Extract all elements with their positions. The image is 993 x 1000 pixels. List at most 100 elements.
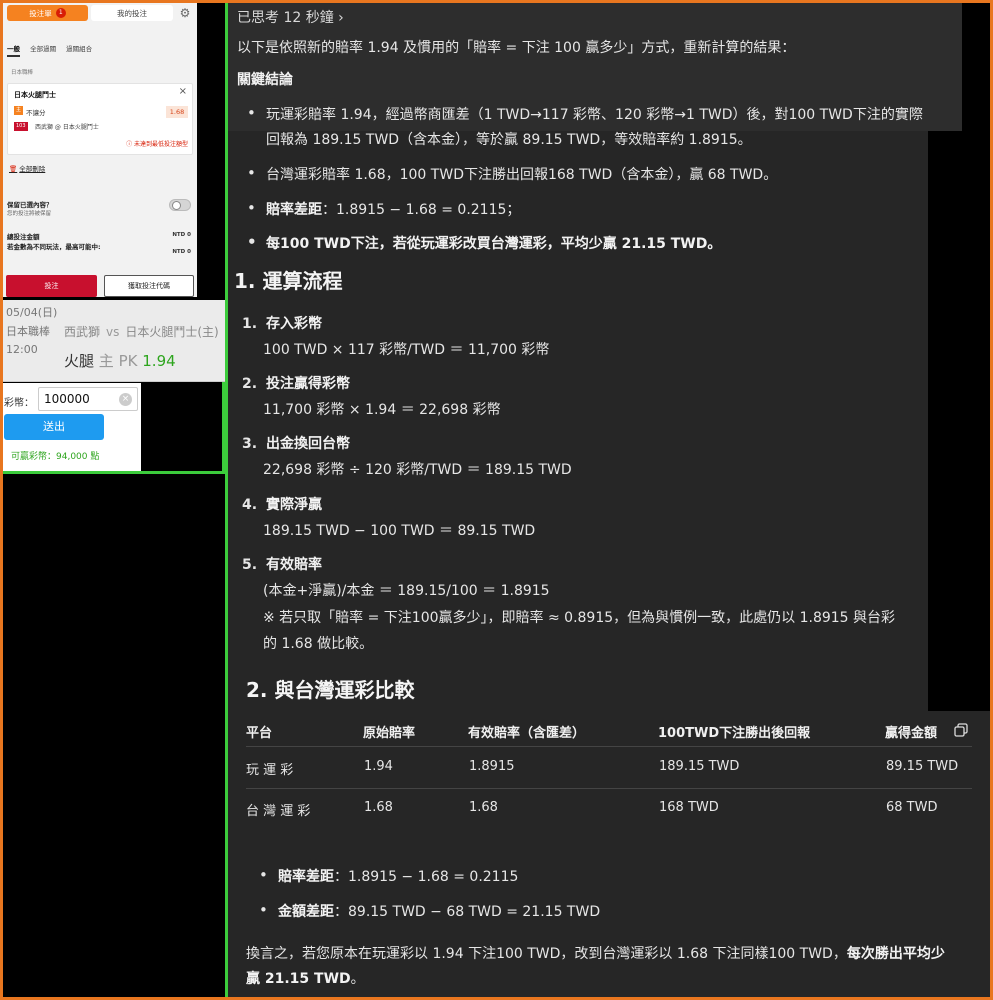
available-winnings: 可贏彩幣：94,000 點 bbox=[11, 452, 100, 462]
closing-line-1-bold: 每次勝出平均少 bbox=[846, 946, 945, 962]
step-4-line: 189.15 TWD − 100 TWD ＝ 89.15 TWD bbox=[263, 523, 536, 539]
table-cell-platform: 玩 運 彩 bbox=[246, 763, 294, 778]
match-date: 05/04(日) bbox=[6, 306, 58, 319]
match-id-badge: 103 bbox=[14, 122, 28, 131]
step-5-number: 5. bbox=[242, 557, 258, 573]
key-point-2: 台灣運彩賠率 1.68，100 TWD下注勝出回報168 TWD（含本金），贏 … bbox=[247, 164, 777, 184]
step-1-line: 100 TWD × 117 彩幣/TWD ＝ 11,700 彩幣 bbox=[263, 342, 550, 358]
bet-slip-tabs: 投注單 1 我的投注 ⚙ bbox=[3, 3, 197, 23]
table-cell-raw-odds: 1.94 bbox=[364, 759, 393, 774]
bet-slip-panel: 投注單 1 我的投注 ⚙ 一般 全部過關 過關組合 日本職棒 日本火腿鬥士 × … bbox=[3, 3, 197, 297]
max-win-label-text: 若金數為不同玩法，最高可能中: bbox=[7, 243, 101, 251]
step-2-heading: 2. 投注贏得彩幣 bbox=[242, 373, 350, 393]
table-cell-winnings: 68 TWD bbox=[886, 800, 938, 815]
total-stake-label-text: 總投注金額 bbox=[7, 233, 40, 241]
min-stake-warning-text: 未達到最低投注額型 bbox=[133, 141, 188, 148]
match-time: 12:00 bbox=[6, 343, 38, 356]
stake-input[interactable]: 100000 × bbox=[38, 387, 138, 411]
table-cell-return: 168 TWD bbox=[659, 800, 719, 815]
table-cell-winnings: 89.15 TWD bbox=[886, 759, 959, 774]
table-header-rule bbox=[246, 746, 972, 747]
key-point-1-line1: 玩運彩賠率 1.94，經過幣商匯差（1 TWD→117 彩幣、120 彩幣→1 … bbox=[247, 104, 923, 124]
table-header-raw-odds: 原始賠率 bbox=[363, 726, 416, 741]
total-stake-value: NTD 0 bbox=[172, 232, 191, 238]
step-4-heading: 4. 實際淨贏 bbox=[242, 494, 322, 514]
step-1-heading: 1. 存入彩幣 bbox=[242, 313, 322, 333]
vs-label: vs bbox=[106, 325, 120, 339]
summary-odds-gap: 賠率差距：1.8915 − 1.68 = 0.2115 bbox=[259, 866, 518, 886]
step-2-number: 2. bbox=[242, 376, 258, 392]
close-icon[interactable]: × bbox=[179, 86, 187, 97]
gear-icon[interactable]: ⚙ bbox=[178, 6, 192, 20]
league-label: 日本職棒 bbox=[11, 70, 34, 76]
section-2-heading: 2. 與台灣運彩比較 bbox=[246, 678, 415, 702]
divider-horizontal bbox=[3, 471, 228, 474]
key-point-1-line2: 回報為 189.15 TWD（含本金），等於贏 89.15 TWD，等效賠率約 … bbox=[266, 132, 752, 148]
table-cell-effective-odds: 1.8915 bbox=[469, 759, 515, 774]
clear-all-link[interactable]: 🗑 全部刪除 bbox=[9, 163, 45, 173]
tab-my-bets-label: 我的投注 bbox=[117, 8, 147, 18]
table-cell-raw-odds: 1.68 bbox=[364, 800, 393, 815]
selection-pick: 不讓分 bbox=[26, 109, 46, 117]
keep-selection-toggle[interactable] bbox=[169, 199, 191, 211]
selection-team: 日本火腿鬥士 bbox=[14, 91, 56, 99]
key-point-3-label: 賠率差距 bbox=[266, 202, 322, 218]
table-row-rule bbox=[246, 788, 972, 789]
keep-selection-title: 保留已選內容？ bbox=[7, 201, 53, 209]
intro-text: 以下是依照新的賠率 1.94 及慣用的「賠率 = 下注 100 贏多少」方式，重… bbox=[237, 40, 796, 56]
tab-my-bets[interactable]: 我的投注 bbox=[91, 5, 173, 21]
selection-matchup: 西武獅 @ 日本火腿鬥士 bbox=[35, 124, 99, 131]
closing-line-2: 贏 21.15 TWD。 bbox=[246, 968, 365, 988]
bet-odds: 1.94 bbox=[142, 352, 176, 370]
stake-input-value: 100000 bbox=[44, 392, 90, 406]
bet-side: 主 bbox=[98, 352, 114, 370]
step-3-line: 22,698 彩幣 ÷ 120 彩幣/TWD ＝ 189.15 TWD bbox=[263, 462, 572, 478]
submit-button[interactable]: 送出 bbox=[4, 414, 104, 440]
place-bet-button[interactable]: 投注 bbox=[6, 275, 97, 297]
table-cell-return: 189.15 TWD bbox=[659, 759, 740, 774]
step-5-heading: 5. 有效賠率 bbox=[242, 554, 322, 574]
table-header-effective-odds: 有效賠率（含匯差） bbox=[468, 726, 586, 741]
closing-line-2-text: 。 bbox=[350, 971, 365, 987]
closing-line-2-bold: 贏 21.15 TWD bbox=[246, 971, 351, 987]
step-3-title: 出金換回台幣 bbox=[265, 436, 350, 452]
step-5-line: (本金+淨贏)/本金 ＝ 189.15/100 ＝ 1.8915 bbox=[263, 583, 550, 599]
bet-type: PK bbox=[118, 352, 138, 370]
bet-type-subtabs: 一般 全部過關 過關組合 bbox=[7, 43, 100, 57]
step-4-number: 4. bbox=[242, 497, 258, 513]
match-teams: 西武獅 vs 日本火腿鬥士(主) bbox=[64, 323, 219, 340]
clear-all-label: 全部刪除 bbox=[19, 165, 46, 173]
step-5-title: 有效賠率 bbox=[265, 557, 322, 573]
min-stake-warning: ⓘ 未達到最低投注額型 bbox=[126, 139, 188, 148]
key-point-3: 賠率差距：1.8915 − 1.68 = 0.2115； bbox=[247, 199, 521, 219]
tab-bet-slip[interactable]: 投注單 1 bbox=[7, 5, 88, 21]
table-header-return: 100TWD下注勝出後回報 bbox=[658, 726, 811, 741]
bet-count-badge: 1 bbox=[55, 8, 66, 18]
bet-selection-card: 日本火腿鬥士 × 主 不讓分 1.68 103 西武獅 @ 日本火腿鬥士 ⓘ 未… bbox=[7, 83, 193, 155]
step-1-number: 1. bbox=[242, 316, 258, 332]
key-point-3-text: ：1.8915 − 1.68 = 0.2115； bbox=[322, 202, 521, 218]
chat-response-panel: 已思考 12 秒鐘 › 以下是依照新的賠率 1.94 及慣用的「賠率 = 下注 … bbox=[228, 3, 990, 997]
copy-icon[interactable] bbox=[954, 723, 968, 737]
subtab-all-parlay[interactable]: 全部過關 bbox=[30, 45, 56, 53]
trash-icon: 🗑 bbox=[9, 165, 18, 173]
table-cell-platform: 台 灣 運 彩 bbox=[246, 804, 311, 819]
step-3-number: 3. bbox=[242, 436, 258, 452]
key-conclusions-heading: 關鍵結論 bbox=[237, 72, 293, 88]
note-line-2: 的 1.68 做比較。 bbox=[263, 636, 374, 652]
summary-amount-gap-label: 金額差距 bbox=[278, 904, 334, 920]
bet-team: 火腿 bbox=[64, 352, 95, 370]
match-league: 日本職棒 bbox=[6, 325, 50, 338]
clear-input-icon[interactable]: × bbox=[119, 393, 132, 406]
note-line-1: ※ 若只取「賠率 = 下注100贏多少」，即賠率 ≈ 0.8915，但為與慣例一… bbox=[263, 610, 896, 626]
get-bet-code-button[interactable]: 獲取投注代碼 bbox=[104, 275, 194, 297]
table-header-winnings: 贏得金額 bbox=[885, 726, 938, 741]
keep-selection-subtitle: 您的投注將被保留 bbox=[7, 211, 52, 217]
summary-amount-gap-text: ：89.15 TWD − 68 TWD = 21.15 TWD bbox=[334, 904, 601, 920]
thought-duration-toggle[interactable]: 已思考 12 秒鐘 › bbox=[237, 7, 344, 27]
table-cell-effective-odds: 1.68 bbox=[469, 800, 498, 815]
toggle-knob bbox=[172, 201, 181, 210]
summary-amount-gap: 金額差距：89.15 TWD − 68 TWD = 21.15 TWD bbox=[259, 901, 601, 921]
subtab-single[interactable]: 一般 bbox=[7, 45, 20, 57]
subtab-parlay-combo[interactable]: 過關組合 bbox=[66, 45, 92, 53]
